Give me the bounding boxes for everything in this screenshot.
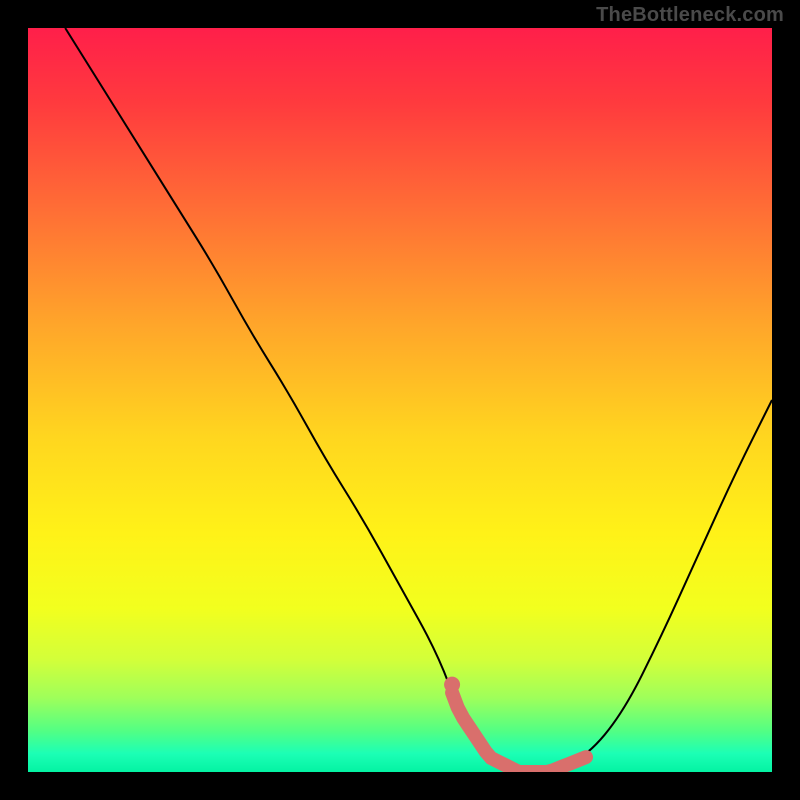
curve-layer	[28, 28, 772, 772]
watermark-text: TheBottleneck.com	[596, 4, 784, 27]
bottleneck-curve	[65, 28, 772, 772]
chart-frame: TheBottleneck.com	[0, 0, 800, 800]
highlight-start-dot	[444, 677, 460, 693]
plot-area	[28, 28, 772, 772]
optimal-range-highlight	[452, 693, 586, 772]
